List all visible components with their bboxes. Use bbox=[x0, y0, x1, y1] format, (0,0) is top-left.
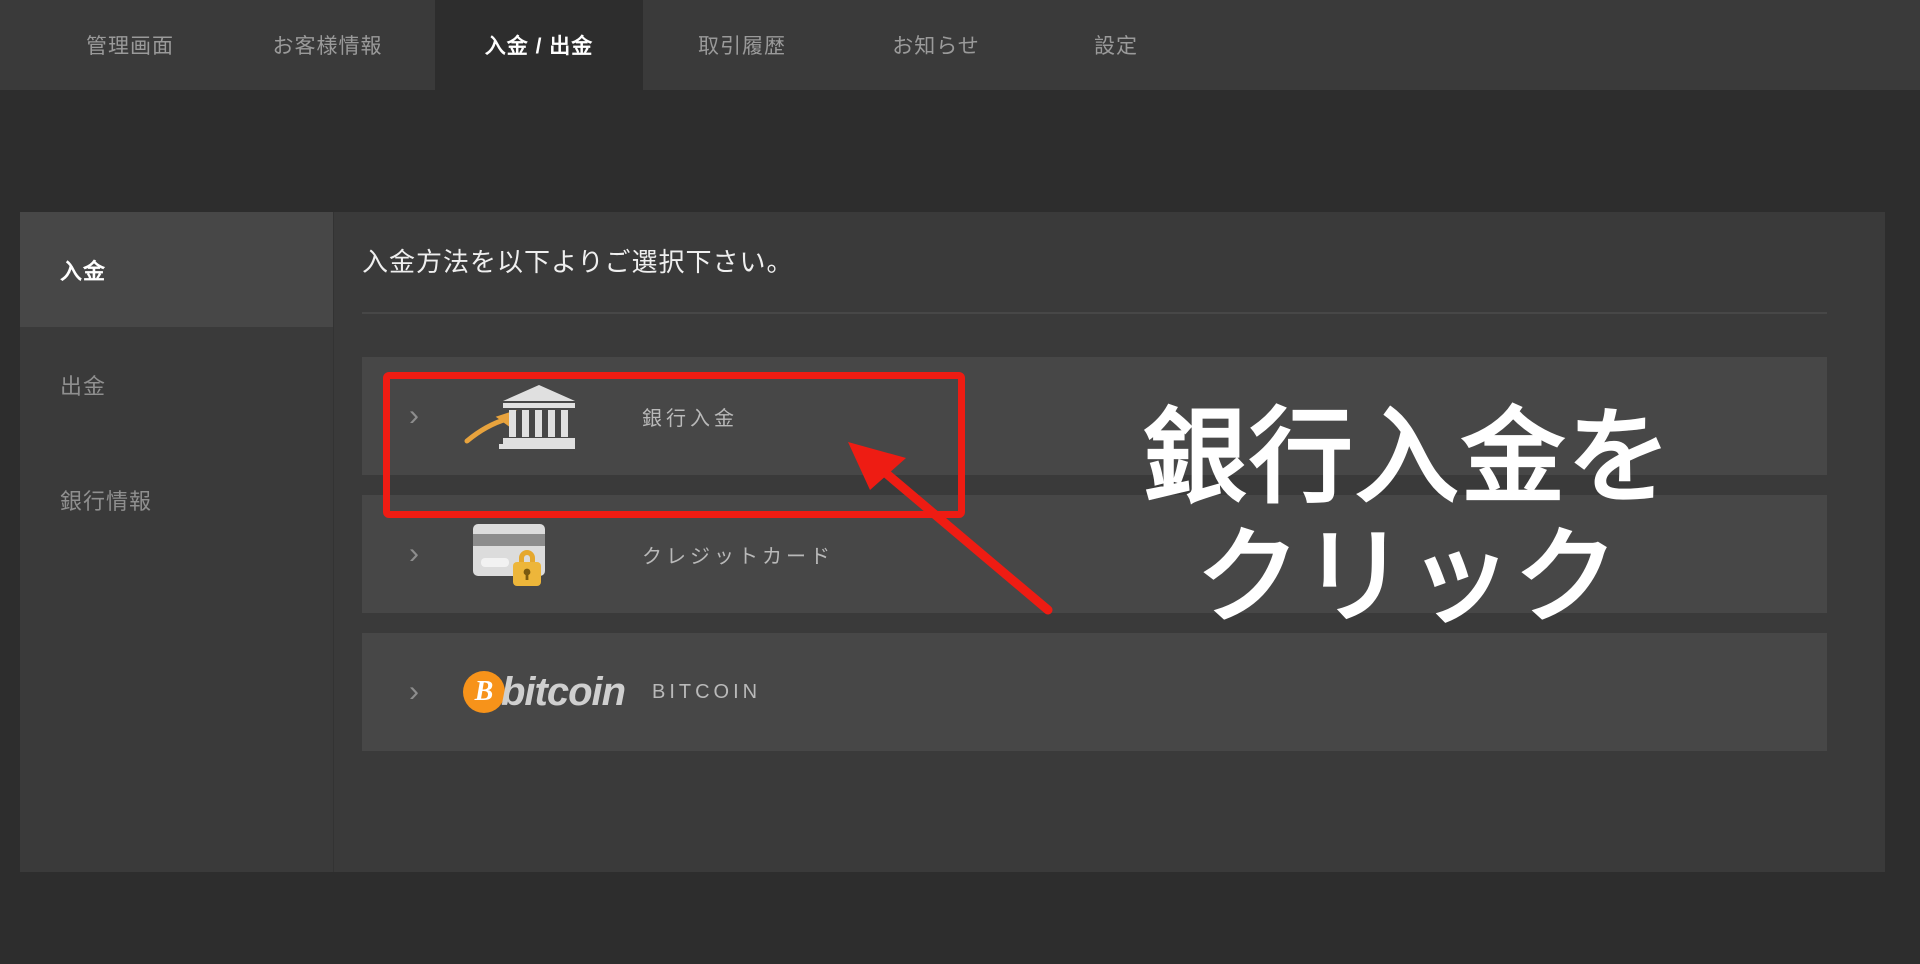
top-tab-bar: 管理画面 お客様情報 入金 / 出金 取引履歴 お知らせ 設定 bbox=[0, 0, 1920, 90]
content-heading: 入金方法を以下よりご選択下さい。 bbox=[362, 247, 794, 277]
deposit-sidebar: 入金 出金 銀行情報 bbox=[20, 212, 334, 872]
bitcoin-symbol: B bbox=[462, 671, 505, 713]
tab-label: 入金 / 出金 bbox=[484, 35, 594, 58]
tab-label: 取引履歴 bbox=[698, 35, 786, 58]
method-label-bank: 銀行入金 bbox=[642, 407, 738, 430]
tab-label: お客様情報 bbox=[272, 35, 383, 58]
page-body: 入金 出金 銀行情報 入金方法を以下よりご選択下さい。 › 銀行入金 › クレジ… bbox=[0, 90, 1920, 964]
sidebar-item-ginko-joho[interactable]: 銀行情報 bbox=[20, 442, 333, 557]
tab-torihiki-rireki[interactable]: 取引履歴 bbox=[643, 0, 841, 90]
bitcoin-wordmark: bitcoin bbox=[500, 669, 626, 714]
credit-card-lock-icon bbox=[444, 518, 594, 590]
chevron-right-icon: › bbox=[409, 675, 419, 708]
deposit-method-list: › 銀行入金 › クレジットカード › B bitcoin BITCOIN bbox=[362, 357, 1827, 771]
method-row-bank[interactable]: › 銀行入金 bbox=[362, 357, 1827, 475]
sidebar-item-shukkin[interactable]: 出金 bbox=[20, 327, 333, 442]
tab-settei[interactable]: 設定 bbox=[1031, 0, 1201, 90]
tabbar-left-spacer bbox=[0, 0, 40, 90]
chevron-right-icon: › bbox=[409, 399, 419, 432]
tab-kanri-gamen[interactable]: 管理画面 bbox=[40, 0, 220, 90]
method-label-credit-card: クレジットカード bbox=[642, 545, 834, 568]
deposit-content: 入金方法を以下よりご選択下さい。 › 銀行入金 › クレジットカード › B b… bbox=[334, 212, 1885, 872]
chevron-right-icon: › bbox=[409, 537, 419, 570]
bank-building-icon bbox=[444, 383, 594, 449]
sidebar-item-nyukin[interactable]: 入金 bbox=[20, 212, 333, 327]
tab-label: 管理画面 bbox=[86, 35, 174, 58]
sidebar-item-label: 入金 bbox=[60, 258, 107, 284]
sidebar-item-label: 出金 bbox=[60, 373, 107, 399]
tab-okyakusama-joho[interactable]: お客様情報 bbox=[220, 0, 435, 90]
tab-label: 設定 bbox=[1094, 35, 1138, 58]
method-row-bitcoin[interactable]: › B bitcoin BITCOIN bbox=[362, 633, 1827, 751]
heading-divider bbox=[362, 312, 1827, 314]
deposit-panel: 入金 出金 銀行情報 入金方法を以下よりご選択下さい。 › 銀行入金 › クレジ… bbox=[20, 212, 1885, 872]
sidebar-item-label: 銀行情報 bbox=[60, 488, 153, 514]
tab-label: お知らせ bbox=[892, 35, 980, 58]
tab-nyukin-shukkin[interactable]: 入金 / 出金 bbox=[435, 0, 643, 90]
bitcoin-logo-icon: B bitcoin bbox=[444, 670, 644, 715]
method-label-bitcoin: BITCOIN bbox=[652, 680, 762, 703]
method-row-credit-card[interactable]: › クレジットカード bbox=[362, 495, 1827, 613]
tab-oshirase[interactable]: お知らせ bbox=[841, 0, 1031, 90]
